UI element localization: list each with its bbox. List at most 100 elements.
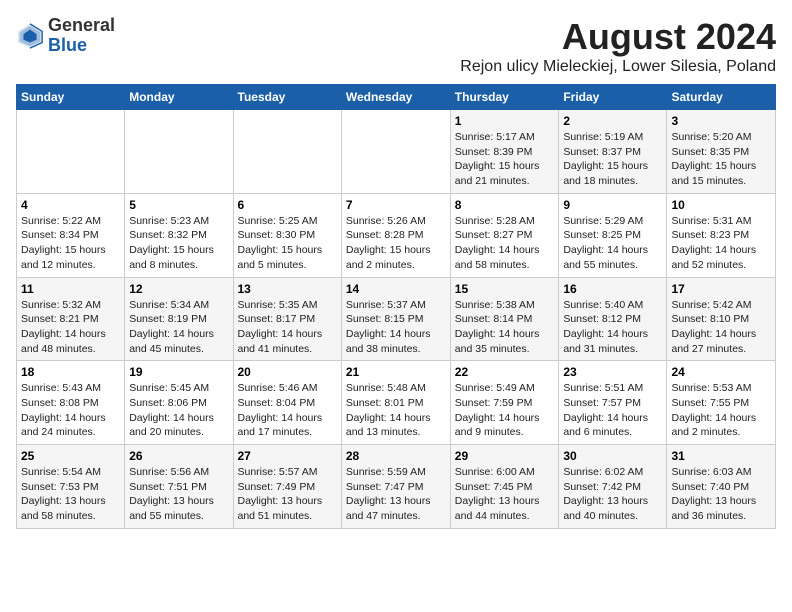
calendar-cell: 12 Sunrise: 5:34 AMSunset: 8:19 PMDayligh… — [125, 277, 233, 361]
calendar-cell: 15 Sunrise: 5:38 AMSunset: 8:14 PMDayligh… — [450, 277, 559, 361]
day-number: 8 — [455, 198, 555, 212]
day-number: 3 — [671, 114, 771, 128]
day-info: Sunrise: 5:56 AMSunset: 7:51 PMDaylight:… — [129, 465, 228, 524]
header-day: Wednesday — [341, 85, 450, 110]
day-info: Sunrise: 5:51 AMSunset: 7:57 PMDaylight:… — [563, 381, 662, 440]
calendar-cell: 20 Sunrise: 5:46 AMSunset: 8:04 PMDayligh… — [233, 361, 341, 445]
day-number: 15 — [455, 282, 555, 296]
calendar-cell: 29 Sunrise: 6:00 AMSunset: 7:45 PMDayligh… — [450, 445, 559, 529]
calendar-cell: 5 Sunrise: 5:23 AMSunset: 8:32 PMDaylight… — [125, 193, 233, 277]
calendar-cell: 10 Sunrise: 5:31 AMSunset: 8:23 PMDayligh… — [667, 193, 776, 277]
day-info: Sunrise: 5:19 AMSunset: 8:37 PMDaylight:… — [563, 130, 662, 189]
header-day: Thursday — [450, 85, 559, 110]
calendar-week-row: 11Sunrise: 5:32 AMSunset: 8:21 PMDayligh… — [17, 277, 776, 361]
calendar-cell: 2 Sunrise: 5:19 AMSunset: 8:37 PMDaylight… — [559, 110, 667, 194]
page-header: General Blue August 2024 Rejon ulicy Mie… — [16, 16, 776, 76]
day-number: 21 — [346, 365, 446, 379]
day-number: 18 — [21, 365, 120, 379]
day-info: Sunrise: 5:42 AMSunset: 8:10 PMDaylight:… — [671, 298, 771, 357]
day-info: Sunrise: 5:54 AMSunset: 7:53 PMDaylight:… — [21, 465, 120, 524]
header-day: Tuesday — [233, 85, 341, 110]
calendar-cell: 22 Sunrise: 5:49 AMSunset: 7:59 PMDayligh… — [450, 361, 559, 445]
day-number: 22 — [455, 365, 555, 379]
day-info: Sunrise: 6:03 AMSunset: 7:40 PMDaylight:… — [671, 465, 771, 524]
day-number: 12 — [129, 282, 228, 296]
day-number: 4 — [21, 198, 120, 212]
day-info: Sunrise: 5:53 AMSunset: 7:55 PMDaylight:… — [671, 381, 771, 440]
day-number: 5 — [129, 198, 228, 212]
logo: General Blue — [16, 16, 115, 56]
calendar-cell: 6Sunrise: 5:25 AMSunset: 8:30 PMDaylight… — [233, 193, 341, 277]
day-number: 24 — [671, 365, 771, 379]
day-info: Sunrise: 5:46 AMSunset: 8:04 PMDaylight:… — [238, 381, 337, 440]
day-number: 13 — [238, 282, 337, 296]
logo-text: General Blue — [48, 16, 115, 56]
calendar-cell: 4 Sunrise: 5:22 AMSunset: 8:34 PMDaylight… — [17, 193, 125, 277]
day-info: Sunrise: 5:40 AMSunset: 8:12 PMDaylight:… — [563, 298, 662, 357]
day-info: Sunrise: 5:31 AMSunset: 8:23 PMDaylight:… — [671, 214, 771, 273]
logo-general: General — [48, 16, 115, 36]
day-number: 29 — [455, 449, 555, 463]
day-number: 10 — [671, 198, 771, 212]
calendar-cell: 18Sunrise: 5:43 AMSunset: 8:08 PMDayligh… — [17, 361, 125, 445]
day-info: Sunrise: 5:38 AMSunset: 8:14 PMDaylight:… — [455, 298, 555, 357]
calendar-cell: 30Sunrise: 6:02 AMSunset: 7:42 PMDayligh… — [559, 445, 667, 529]
day-number: 17 — [671, 282, 771, 296]
main-title: August 2024 — [460, 16, 776, 58]
calendar-cell: 25 Sunrise: 5:54 AMSunset: 7:53 PMDayligh… — [17, 445, 125, 529]
logo-icon — [16, 22, 44, 50]
calendar-cell: 11Sunrise: 5:32 AMSunset: 8:21 PMDayligh… — [17, 277, 125, 361]
day-number: 26 — [129, 449, 228, 463]
calendar-cell: 31 Sunrise: 6:03 AMSunset: 7:40 PMDayligh… — [667, 445, 776, 529]
day-info: Sunrise: 5:22 AMSunset: 8:34 PMDaylight:… — [21, 214, 120, 273]
title-block: August 2024 Rejon ulicy Mieleckiej, Lowe… — [460, 16, 776, 76]
day-info: Sunrise: 5:49 AMSunset: 7:59 PMDaylight:… — [455, 381, 555, 440]
calendar-table: SundayMondayTuesdayWednesdayThursdayFrid… — [16, 84, 776, 529]
header-day: Saturday — [667, 85, 776, 110]
day-number: 28 — [346, 449, 446, 463]
day-info: Sunrise: 5:37 AMSunset: 8:15 PMDaylight:… — [346, 298, 446, 357]
day-info: Sunrise: 5:29 AMSunset: 8:25 PMDaylight:… — [563, 214, 662, 273]
calendar-cell: 27 Sunrise: 5:57 AMSunset: 7:49 PMDayligh… — [233, 445, 341, 529]
day-info: Sunrise: 5:23 AMSunset: 8:32 PMDaylight:… — [129, 214, 228, 273]
day-info: Sunrise: 5:34 AMSunset: 8:19 PMDaylight:… — [129, 298, 228, 357]
day-info: Sunrise: 5:35 AMSunset: 8:17 PMDaylight:… — [238, 298, 337, 357]
day-number: 30 — [563, 449, 662, 463]
day-number: 11 — [21, 282, 120, 296]
day-info: Sunrise: 5:59 AMSunset: 7:47 PMDaylight:… — [346, 465, 446, 524]
day-number: 2 — [563, 114, 662, 128]
day-number: 1 — [455, 114, 555, 128]
day-number: 25 — [21, 449, 120, 463]
calendar-cell: 28 Sunrise: 5:59 AMSunset: 7:47 PMDayligh… — [341, 445, 450, 529]
day-number: 23 — [563, 365, 662, 379]
day-number: 20 — [238, 365, 337, 379]
calendar-cell — [233, 110, 341, 194]
header-day: Sunday — [17, 85, 125, 110]
day-info: Sunrise: 5:57 AMSunset: 7:49 PMDaylight:… — [238, 465, 337, 524]
calendar-week-row: 25 Sunrise: 5:54 AMSunset: 7:53 PMDayligh… — [17, 445, 776, 529]
calendar-cell: 8 Sunrise: 5:28 AMSunset: 8:27 PMDaylight… — [450, 193, 559, 277]
day-number: 16 — [563, 282, 662, 296]
calendar-cell: 3Sunrise: 5:20 AMSunset: 8:35 PMDaylight… — [667, 110, 776, 194]
day-info: Sunrise: 6:00 AMSunset: 7:45 PMDaylight:… — [455, 465, 555, 524]
day-info: Sunrise: 5:45 AMSunset: 8:06 PMDaylight:… — [129, 381, 228, 440]
calendar-cell — [17, 110, 125, 194]
calendar-cell: 13 Sunrise: 5:35 AMSunset: 8:17 PMDayligh… — [233, 277, 341, 361]
header-day: Monday — [125, 85, 233, 110]
calendar-cell: 21Sunrise: 5:48 AMSunset: 8:01 PMDayligh… — [341, 361, 450, 445]
day-number: 9 — [563, 198, 662, 212]
day-info: Sunrise: 5:26 AMSunset: 8:28 PMDaylight:… — [346, 214, 446, 273]
day-info: Sunrise: 5:28 AMSunset: 8:27 PMDaylight:… — [455, 214, 555, 273]
calendar-week-row: 4 Sunrise: 5:22 AMSunset: 8:34 PMDaylight… — [17, 193, 776, 277]
calendar-cell: 17 Sunrise: 5:42 AMSunset: 8:10 PMDayligh… — [667, 277, 776, 361]
day-info: Sunrise: 5:17 AMSunset: 8:39 PMDaylight:… — [455, 130, 555, 189]
calendar-week-row: 1 Sunrise: 5:17 AMSunset: 8:39 PMDaylight… — [17, 110, 776, 194]
day-number: 14 — [346, 282, 446, 296]
day-number: 19 — [129, 365, 228, 379]
calendar-cell: 14 Sunrise: 5:37 AMSunset: 8:15 PMDayligh… — [341, 277, 450, 361]
day-number: 31 — [671, 449, 771, 463]
day-number: 27 — [238, 449, 337, 463]
calendar-cell — [341, 110, 450, 194]
logo-blue: Blue — [48, 36, 115, 56]
day-info: Sunrise: 5:25 AMSunset: 8:30 PMDaylight:… — [238, 214, 337, 273]
